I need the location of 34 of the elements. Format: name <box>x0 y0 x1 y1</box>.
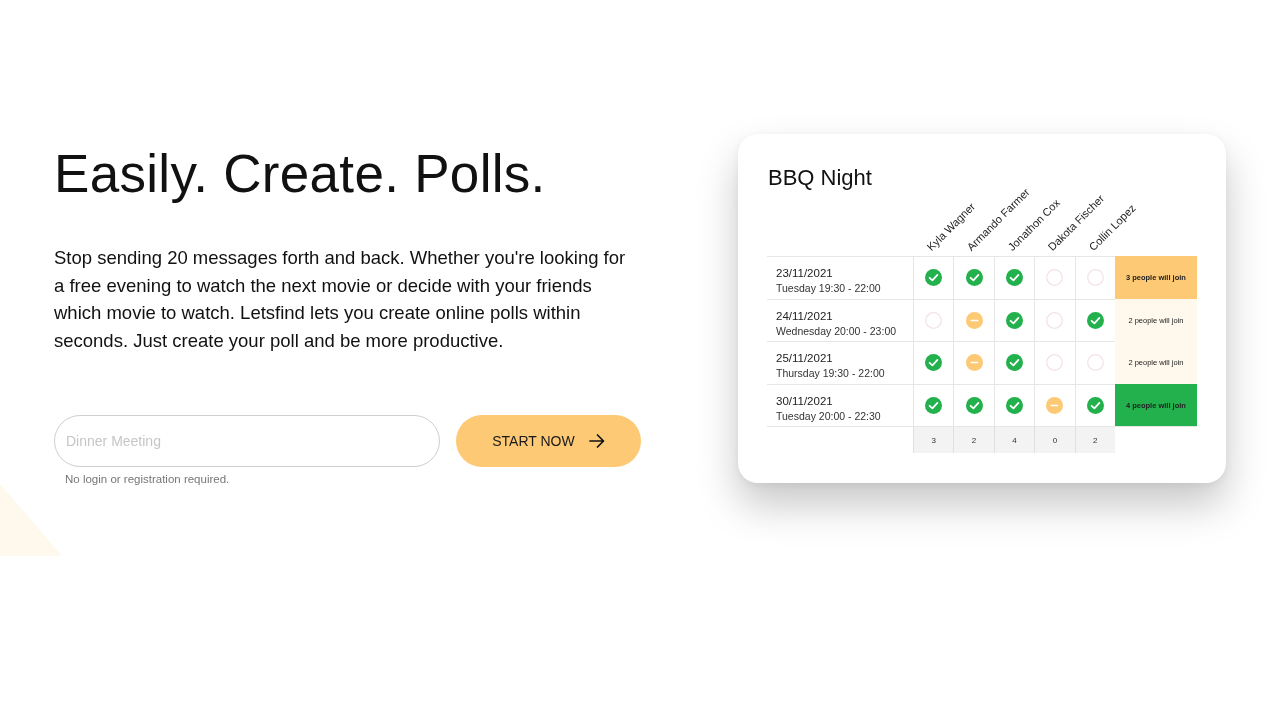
check-icon[interactable] <box>1005 269 1023 287</box>
start-now-button[interactable]: START NOW <box>456 415 641 467</box>
option-time: Tuesday 20:00 - 22:30 <box>776 408 881 424</box>
vote-total: 3 <box>913 426 954 453</box>
option-date: 30/11/2021 <box>776 393 833 409</box>
check-icon[interactable] <box>965 396 983 414</box>
vote-total: 2 <box>953 426 994 453</box>
poll-name-input[interactable]: Dinner Meeting <box>54 415 440 467</box>
option-date: 24/11/2021 <box>776 308 833 324</box>
minus-icon[interactable] <box>965 311 983 329</box>
vote-total: 0 <box>1034 426 1075 453</box>
vote-total: 2 <box>1074 426 1115 453</box>
option-date: 25/11/2021 <box>776 351 833 366</box>
hero-heading: Easily. Create. Polls. <box>54 143 547 205</box>
check-icon[interactable] <box>1005 354 1023 372</box>
option-date: 23/11/2021 <box>776 266 833 281</box>
option-time: Wednesday 20:00 - 23:00 <box>776 323 897 339</box>
minus-icon[interactable] <box>965 354 983 372</box>
check-icon[interactable] <box>925 396 943 414</box>
check-icon[interactable] <box>1005 396 1023 414</box>
poll-title: BBQ Night <box>768 164 872 192</box>
option-time: Thursday 19:30 - 22:00 <box>776 366 885 381</box>
minus-icon[interactable] <box>1046 396 1064 414</box>
hero-description: Stop sending 20 messages forth and back. Whether you're looking for a free evening to watch the next movie or decide with your friends which movie to watch. Letsfind lets you create online polls within seconds. Just create your poll and be more productive. <box>54 246 627 353</box>
check-icon[interactable] <box>1086 396 1104 414</box>
check-icon[interactable] <box>925 269 943 287</box>
option-time: Tuesday 19:30 - 22:00 <box>776 281 881 296</box>
hint-text: No login or registration required. <box>65 473 230 485</box>
check-icon[interactable] <box>1005 311 1023 329</box>
arrow-right-icon <box>588 434 605 448</box>
vote-total: 4 <box>993 426 1035 453</box>
check-icon[interactable] <box>1086 311 1104 329</box>
check-icon[interactable] <box>925 354 943 372</box>
check-icon[interactable] <box>965 269 983 287</box>
